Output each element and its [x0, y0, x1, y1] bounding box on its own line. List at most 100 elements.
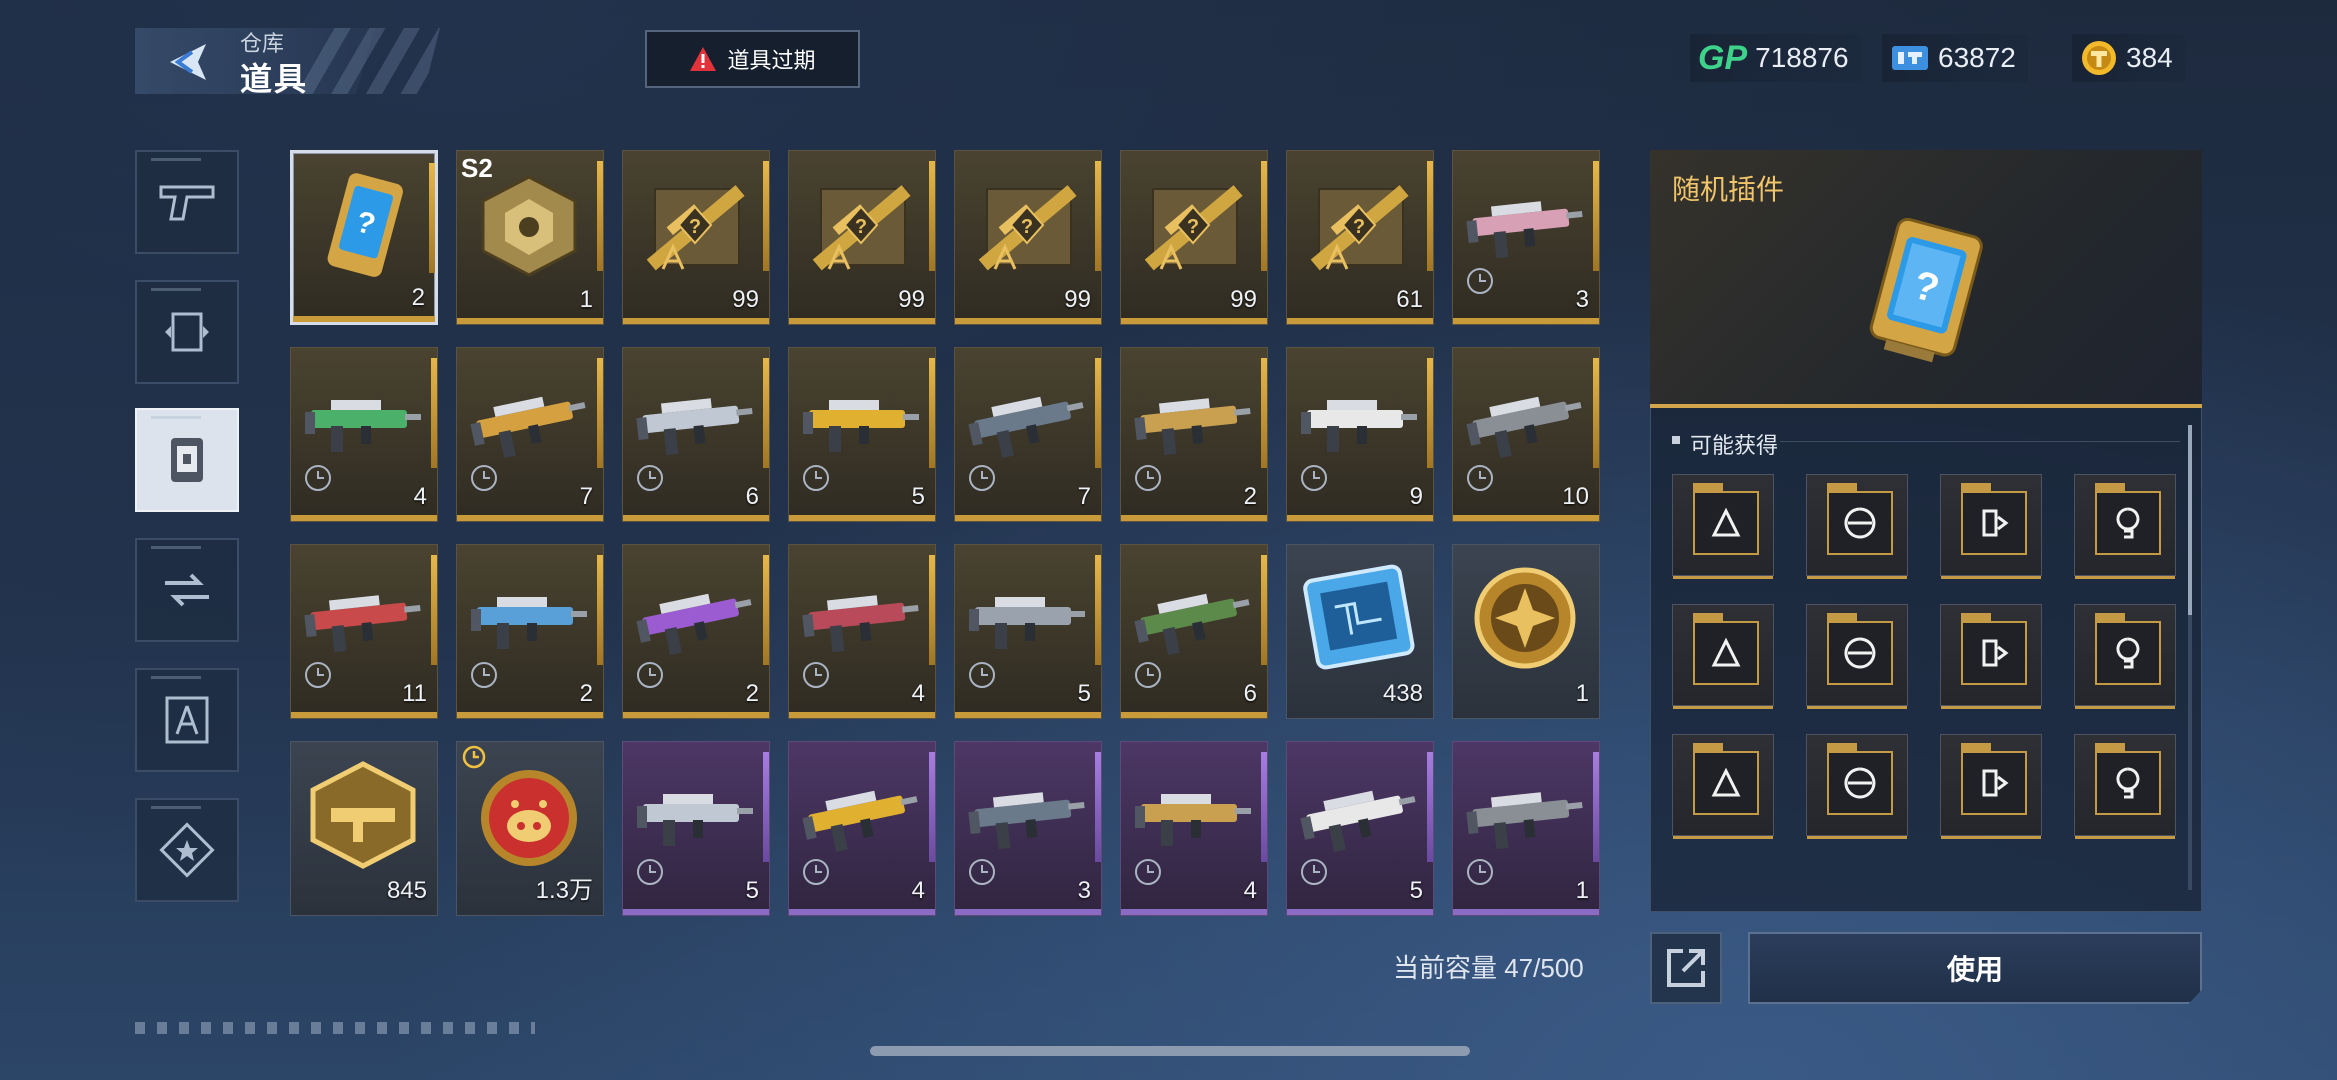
inventory-slot[interactable]: ? 99	[622, 150, 770, 325]
rarity-bar	[1261, 358, 1267, 468]
item-quantity: 61	[1396, 286, 1423, 313]
reward-slot[interactable]	[1806, 604, 1908, 709]
inventory-slot[interactable]: 4	[290, 347, 438, 522]
rarity-bar	[763, 358, 769, 468]
rarity-bar	[1427, 752, 1433, 862]
inventory-slot[interactable]: 2	[622, 544, 770, 719]
rarity-stripe	[789, 515, 935, 521]
item-quantity: 438	[1382, 680, 1423, 707]
inventory-slot[interactable]: 1.3万	[456, 741, 604, 916]
inventory-slot[interactable]: 6	[622, 347, 770, 522]
rarity-bar	[597, 358, 603, 468]
share-button[interactable]	[1650, 932, 1722, 1004]
inventory-slot[interactable]: ? 61	[1286, 150, 1434, 325]
rarity-stripe	[623, 712, 769, 718]
reward-slot[interactable]	[2074, 474, 2176, 579]
reward-slot[interactable]	[1672, 604, 1774, 709]
rarity-bar	[1427, 358, 1433, 468]
inventory-slot[interactable]: 10	[1452, 347, 1600, 522]
inventory-slot[interactable]: 4	[1120, 741, 1268, 916]
inventory-slot[interactable]: 7	[456, 347, 604, 522]
pink-shotgun-icon	[1463, 366, 1587, 476]
reward-underline	[2075, 836, 2175, 839]
expiry-clock-icon	[1299, 463, 1329, 493]
use-button[interactable]: 使用	[1748, 932, 2202, 1004]
rarity-bar	[1427, 161, 1433, 271]
reward-underline	[1673, 836, 1773, 839]
reward-underline	[1807, 836, 1907, 839]
reward-slot[interactable]	[1672, 734, 1774, 839]
category-medals[interactable]	[135, 798, 239, 902]
inventory-slot[interactable]: 2	[456, 544, 604, 719]
possible-rewards-list	[1672, 474, 2182, 874]
expiry-clock-icon	[1299, 857, 1329, 887]
chip-card-icon	[1297, 563, 1421, 673]
inventory-slot[interactable]: 438	[1286, 544, 1434, 719]
inventory-slot[interactable]: 845	[290, 741, 438, 916]
target-plugin-icon	[1827, 621, 1893, 685]
item-quantity: 1.3万	[535, 877, 593, 904]
shield-plugin-icon	[1693, 751, 1759, 815]
dash-plugin-icon	[2095, 751, 2161, 815]
expired-items-button[interactable]: 道具过期	[645, 30, 860, 88]
inventory-slot[interactable]: 3	[1452, 150, 1600, 325]
reward-slot[interactable]	[1940, 734, 2042, 839]
item-quantity: 1	[579, 286, 593, 313]
reward-underline	[1673, 706, 1773, 709]
home-indicator[interactable]	[870, 1046, 1470, 1056]
inventory-slot[interactable]: 6	[1120, 544, 1268, 719]
star-badge-icon	[159, 822, 215, 878]
item-quantity: 6	[1243, 680, 1257, 707]
reward-slot[interactable]	[1940, 474, 2042, 579]
inventory-slot[interactable]: 1	[1452, 544, 1600, 719]
reward-slot[interactable]	[2074, 604, 2176, 709]
inventory-slot[interactable]: 3	[954, 741, 1102, 916]
inventory-slot[interactable]: 11	[290, 544, 438, 719]
possible-rewards-title: 可能获得	[1690, 433, 1779, 458]
category-frames[interactable]	[135, 280, 239, 384]
inventory-slot[interactable]: 9	[1286, 347, 1434, 522]
inventory-slot[interactable]: 7	[954, 347, 1102, 522]
rarity-bar	[431, 555, 437, 665]
category-items[interactable]	[135, 408, 239, 512]
inventory-slot[interactable]: 4	[788, 544, 936, 719]
bullets-plugin-icon	[1693, 491, 1759, 555]
reward-slot[interactable]	[1806, 474, 1908, 579]
inventory-slot[interactable]: 1	[1452, 741, 1600, 916]
inventory-slot[interactable]: 5	[954, 544, 1102, 719]
reward-slot[interactable]	[1940, 604, 2042, 709]
inventory-slot[interactable]: ? 2	[290, 150, 438, 325]
dark-rifle-icon	[965, 563, 1089, 673]
reward-slot[interactable]	[1806, 734, 1908, 839]
expiry-clock-icon	[635, 857, 665, 887]
gp-icon: GP	[1698, 38, 1748, 77]
reward-underline	[1941, 576, 2041, 579]
category-weapons[interactable]	[135, 150, 239, 254]
reward-underline	[1941, 836, 2041, 839]
reward-slot[interactable]	[2074, 734, 2176, 839]
rarity-stripe	[1453, 909, 1599, 915]
gold-coin-icon	[2082, 41, 2116, 75]
back-button[interactable]	[160, 36, 216, 88]
inventory-slot[interactable]: 4	[788, 741, 936, 916]
reward-slot[interactable]	[1672, 474, 1774, 579]
inventory-slot[interactable]: ? 99	[788, 150, 936, 325]
camo-rifle-icon	[965, 760, 1089, 870]
header-stripes	[300, 28, 440, 94]
inventory-slot[interactable]: 5	[788, 347, 936, 522]
inventory-slot[interactable]: ? 99	[1120, 150, 1268, 325]
svg-text:?: ?	[1021, 216, 1033, 238]
rewards-scrollbar-thumb[interactable]	[2188, 425, 2192, 615]
rarity-stripe	[623, 515, 769, 521]
inventory-slot[interactable]: ? 99	[954, 150, 1102, 325]
inventory-slot[interactable]: S2 1	[456, 150, 604, 325]
category-blueprints[interactable]	[135, 668, 239, 772]
currency-gp: GP 718876	[1690, 34, 1861, 82]
inventory-slot[interactable]: 5	[1286, 741, 1434, 916]
expiry-clock-icon	[1133, 463, 1163, 493]
inventory-slot[interactable]: 5	[622, 741, 770, 916]
category-transfer[interactable]	[135, 538, 239, 642]
rarity-stripe	[1453, 515, 1599, 521]
gold-smg-icon	[1463, 169, 1587, 279]
inventory-slot[interactable]: 2	[1120, 347, 1268, 522]
